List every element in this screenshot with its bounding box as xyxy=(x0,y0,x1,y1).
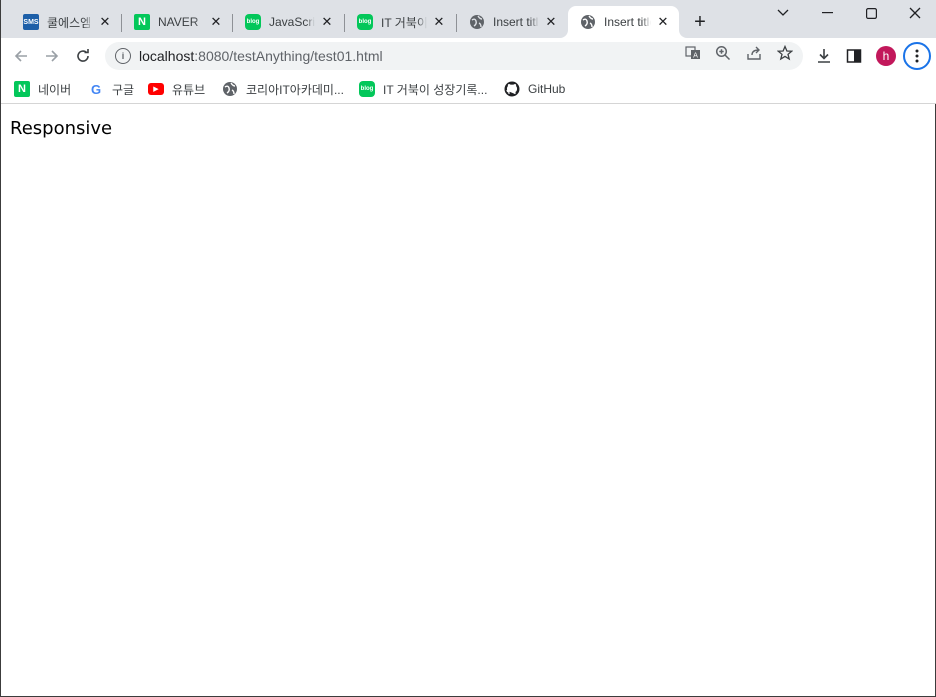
maximize-button[interactable] xyxy=(849,0,893,26)
tab-title: JavaScript xyxy=(269,15,315,29)
youtube-icon: ▶ xyxy=(148,83,164,95)
tab-insert-title[interactable]: Insert title ✕ xyxy=(457,6,567,38)
bookmark-google[interactable]: G 구글 xyxy=(88,79,134,99)
browser-menu-button[interactable] xyxy=(903,42,931,70)
naver-icon: N xyxy=(14,81,30,97)
bookmark-youtube[interactable]: ▶ 유튜브 xyxy=(148,79,205,99)
page-heading: Responsive xyxy=(10,118,113,139)
close-icon[interactable]: ✕ xyxy=(208,14,224,30)
page-viewport: Responsive xyxy=(1,105,935,696)
new-tab-button[interactable]: + xyxy=(689,11,711,33)
github-icon xyxy=(504,81,520,97)
tab-title: NAVER xyxy=(158,15,199,29)
bookmark-label: 구글 xyxy=(112,82,135,97)
tab-title: IT 거북이 xyxy=(381,15,427,30)
blog-icon: blog xyxy=(245,14,261,30)
bookmark-label: IT 거북이 성장기록... xyxy=(383,82,488,97)
tab-search-chevron-icon[interactable] xyxy=(761,0,805,26)
tab-title: 쿨에스엠 xyxy=(47,15,92,30)
forward-button[interactable] xyxy=(38,42,66,70)
close-icon[interactable]: ✕ xyxy=(543,14,559,30)
bookmark-label: GitHub xyxy=(528,82,566,96)
bookmark-naver[interactable]: N 네이버 xyxy=(14,79,71,99)
tab-naver[interactable]: N NAVER ✕ xyxy=(122,6,232,38)
tab-strip: SMS 쿨에스엠 ✕ N NAVER ✕ blog JavaScript ✕ b… xyxy=(1,0,936,38)
translate-icon[interactable]: A xyxy=(684,44,702,62)
tab-it-turtle[interactable]: blog IT 거북이 ✕ xyxy=(345,6,455,38)
blog-icon: blog xyxy=(357,14,373,30)
bookmark-star-icon[interactable] xyxy=(776,44,794,62)
url-path: :8080/testAnything/test01.html xyxy=(194,48,383,64)
url-text[interactable]: localhost:8080/testAnything/test01.html xyxy=(139,48,383,64)
toolbar: i localhost:8080/testAnything/test01.htm… xyxy=(1,38,936,74)
download-icon[interactable] xyxy=(814,46,834,66)
globe-icon xyxy=(469,14,485,30)
side-panel-icon[interactable] xyxy=(844,46,864,66)
site-info-icon[interactable]: i xyxy=(115,48,131,64)
reload-button[interactable] xyxy=(69,42,97,70)
globe-icon xyxy=(222,81,238,97)
close-icon[interactable]: ✕ xyxy=(431,14,447,30)
blog-icon: blog xyxy=(359,81,375,97)
zoom-icon[interactable] xyxy=(714,44,732,62)
tab-sms[interactable]: SMS 쿨에스엠 ✕ xyxy=(11,6,121,38)
globe-icon xyxy=(580,14,596,30)
browser-window: SMS 쿨에스엠 ✕ N NAVER ✕ blog JavaScript ✕ b… xyxy=(0,0,936,697)
bookmark-label: 코리아IT아카데미... xyxy=(246,82,344,97)
tab-title: Insert title xyxy=(604,15,651,29)
profile-avatar[interactable]: h xyxy=(876,46,896,66)
back-button[interactable] xyxy=(7,42,35,70)
close-window-button[interactable] xyxy=(893,0,936,26)
close-icon[interactable]: ✕ xyxy=(97,14,113,30)
bookmark-label: 유튜브 xyxy=(172,82,206,97)
tab-javascript[interactable]: blog JavaScript ✕ xyxy=(233,6,343,38)
bookmark-korea-it-academy[interactable]: 코리아IT아카데미... xyxy=(222,79,344,99)
bookmarks-bar: N 네이버 G 구글 ▶ 유튜브 코리아IT아카데미... blog IT 거북… xyxy=(1,74,936,104)
share-icon[interactable] xyxy=(745,44,763,62)
naver-icon: N xyxy=(134,14,150,30)
tab-insert-title-active[interactable]: Insert title ✕ xyxy=(568,6,679,38)
google-icon: G xyxy=(90,81,102,97)
svg-text:A: A xyxy=(693,52,698,60)
bookmark-label: 네이버 xyxy=(38,82,72,97)
bookmark-it-turtle[interactable]: blog IT 거북이 성장기록... xyxy=(359,79,487,99)
bookmark-github[interactable]: GitHub xyxy=(504,79,565,99)
minimize-button[interactable] xyxy=(805,0,849,26)
sms-icon: SMS xyxy=(23,14,39,30)
url-host: localhost xyxy=(139,48,195,64)
tab-title: Insert title xyxy=(493,15,539,29)
close-icon[interactable]: ✕ xyxy=(319,14,335,30)
close-icon[interactable]: ✕ xyxy=(655,14,671,30)
